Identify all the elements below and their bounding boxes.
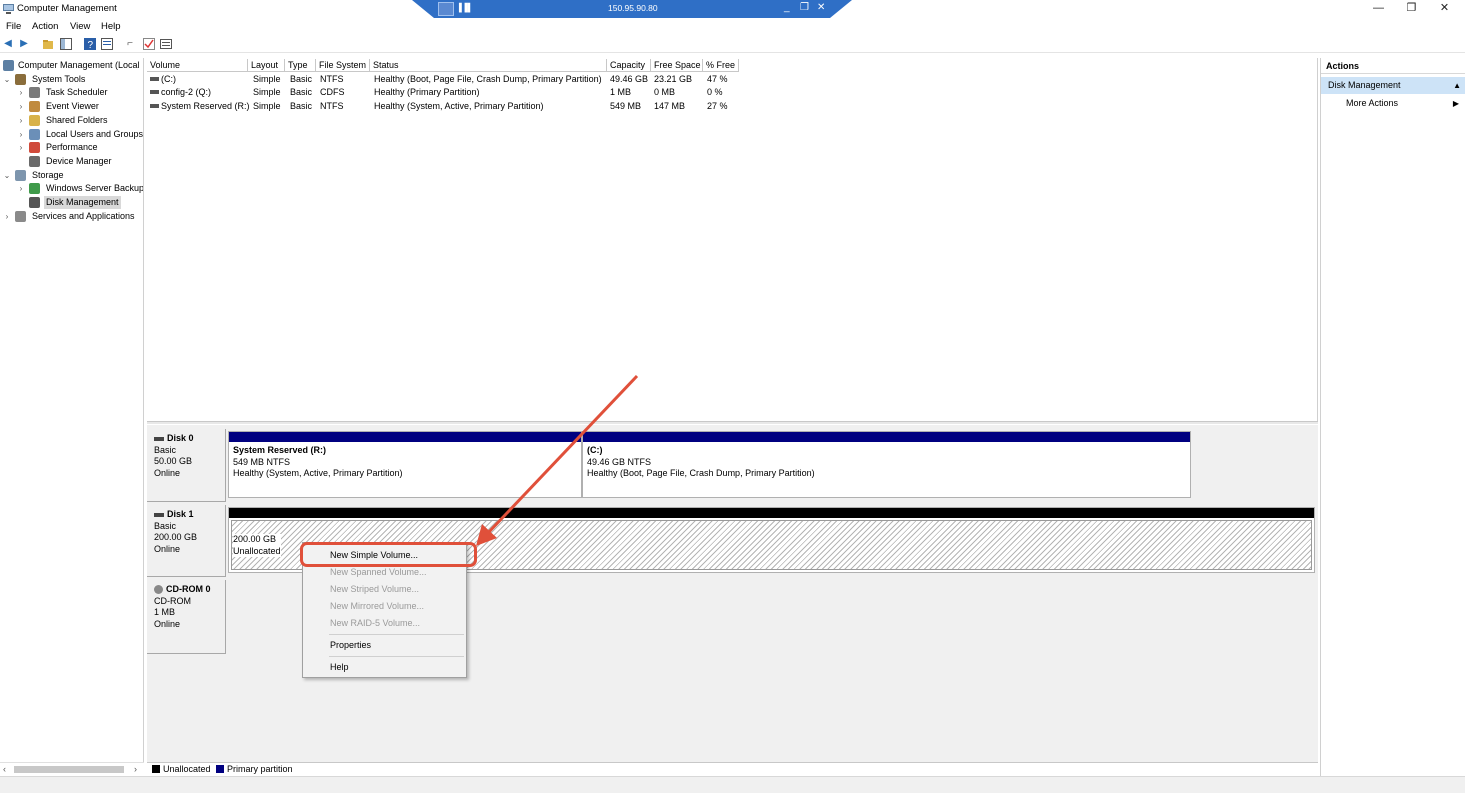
annotation-arrow	[476, 374, 639, 546]
